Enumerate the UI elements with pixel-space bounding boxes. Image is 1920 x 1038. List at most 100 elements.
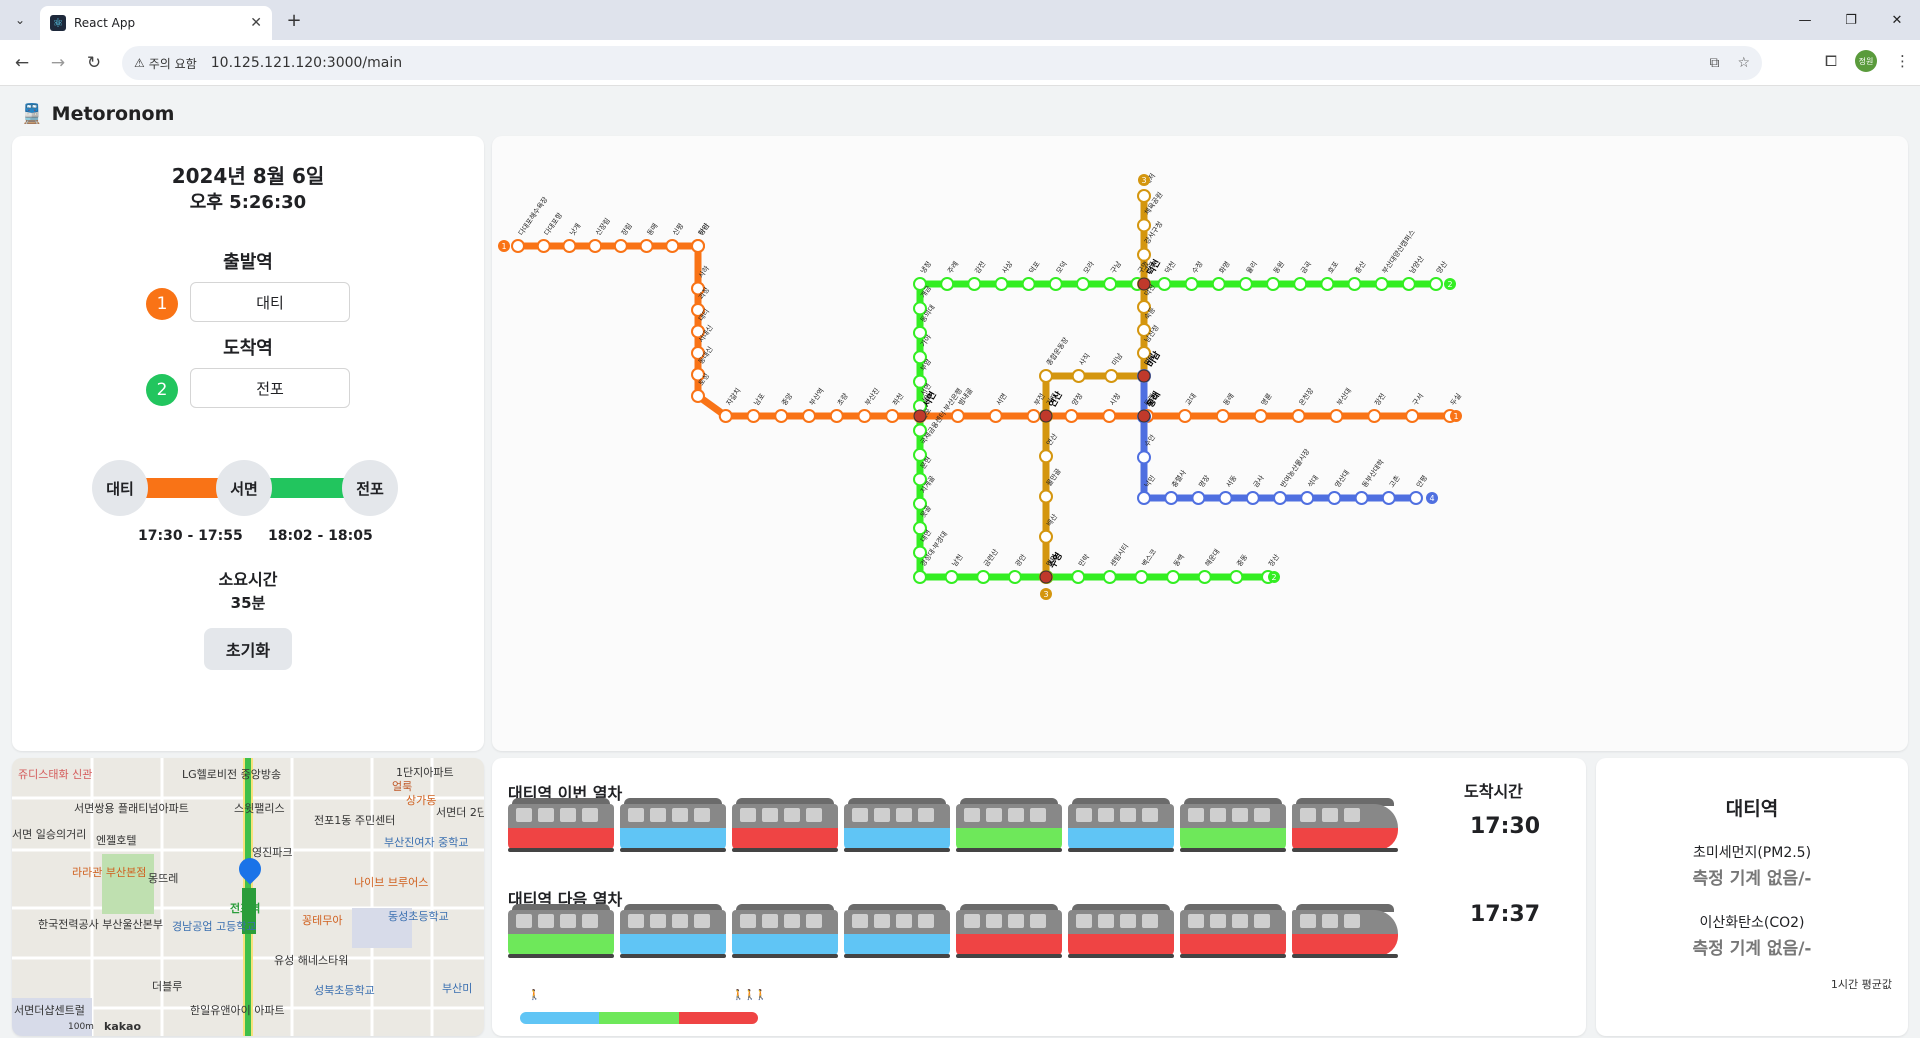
line4-station xyxy=(1354,491,1369,505)
station-label: 율리 xyxy=(1244,259,1259,275)
station-label: 온천장 xyxy=(1297,386,1316,407)
duration-value: 35분 xyxy=(230,594,266,612)
kakao-logo: kakao xyxy=(104,1020,142,1033)
route-end-node: 전포 xyxy=(342,460,398,516)
url-text[interactable]: 10.125.121.120:3000/main xyxy=(211,55,402,71)
map-label: LG헬로비전 중앙방송 xyxy=(182,768,282,781)
line3-station xyxy=(1071,369,1086,383)
line2-station xyxy=(976,570,991,584)
station-label: 덕포 xyxy=(1027,259,1042,275)
line1-station xyxy=(1291,409,1306,423)
station-label: 사직 xyxy=(1077,351,1092,367)
station-label: 장전 xyxy=(1373,391,1388,407)
line4-station xyxy=(1137,450,1151,465)
translate-icon[interactable]: ⧉ xyxy=(1709,55,1719,71)
station-label: 남포 xyxy=(752,391,767,407)
line2-station xyxy=(1134,570,1149,584)
line3-track xyxy=(1042,196,1148,577)
line-number: 3 xyxy=(1141,176,1146,185)
station-label: 고촌 xyxy=(1387,473,1402,489)
line1-station xyxy=(613,239,628,253)
tab-list-icon[interactable]: ⌄ xyxy=(8,8,32,32)
warning-icon: ⚠ xyxy=(134,56,145,70)
train-car xyxy=(1180,798,1286,854)
reload-icon[interactable]: ↻ xyxy=(82,51,106,75)
line2-station xyxy=(1102,570,1117,584)
person-few-icon: 🚶 xyxy=(528,990,540,1001)
security-chip[interactable]: ⚠ 주의 요함 xyxy=(134,55,197,72)
reset-button[interactable]: 초기화 xyxy=(204,628,292,670)
line2-station xyxy=(944,570,959,584)
station-label: 주례 xyxy=(945,259,960,275)
line1-station xyxy=(691,389,705,403)
station-label: 중앙 xyxy=(780,392,794,408)
back-icon[interactable]: ← xyxy=(10,51,34,75)
line2-station xyxy=(1320,277,1335,291)
line3-station xyxy=(1039,489,1053,504)
line2-station xyxy=(1401,277,1416,291)
station-label: 명륜 xyxy=(1259,391,1274,407)
station-label: 구남 xyxy=(1108,259,1123,275)
line2-station xyxy=(1197,570,1212,584)
map-label: 상가동 xyxy=(406,794,437,807)
line3-station xyxy=(1137,189,1151,203)
station-label: 호포 xyxy=(1326,260,1340,276)
map-label: 서면 일승의거리 xyxy=(12,828,87,841)
kakao-map[interactable]: 쥬디스태화 신관 LG헬로비전 중앙방송 서면쌍용 플래티넘아파트 스윗팰리스 … xyxy=(12,758,484,1036)
station-label: 사상 xyxy=(1000,259,1015,275)
station-label: 안평 xyxy=(1414,473,1429,489)
line2-station xyxy=(1071,570,1086,584)
map-label: 서면쌍용 플래티넘아파트 xyxy=(74,802,189,815)
line1-station xyxy=(802,409,816,423)
map-label: 전포1동 주민센터 xyxy=(314,814,396,827)
close-window-icon[interactable]: ✕ xyxy=(1874,0,1920,40)
line1-station xyxy=(829,409,844,423)
station-label: 부산진 xyxy=(863,386,881,407)
line2-station xyxy=(1374,277,1389,291)
map-label: 쥬디스태화 신관 xyxy=(18,768,93,781)
air-station-title: 대티역 xyxy=(1725,798,1779,820)
line4-station xyxy=(1164,491,1179,505)
line2-station xyxy=(1266,277,1281,291)
bookmark-star-icon[interactable]: ☆ xyxy=(1737,55,1750,71)
arrival-station-select[interactable]: 전포 xyxy=(190,368,350,408)
subway-map[interactable]: 다대포해수욕장다대포항 낫개 신장림 장림 동매 신평 하단당리사하괴정대티서대신동대신토성… xyxy=(492,136,1908,751)
line-number: 4 xyxy=(1429,494,1434,503)
station-label: 동원 xyxy=(1271,259,1286,275)
departure-station-select[interactable]: 대티 xyxy=(190,282,350,322)
map-label: 더블루 xyxy=(152,980,183,993)
current-time: 오후 5:26:30 xyxy=(189,192,307,213)
map-label: 경남공업 고등학교 xyxy=(172,920,257,933)
segment-2-time: 18:02 - 18:05 xyxy=(268,528,373,544)
new-tab-icon[interactable]: + xyxy=(282,8,306,32)
station-label: 동매 xyxy=(646,222,660,237)
line1-station xyxy=(1102,409,1117,423)
transfer-station xyxy=(1137,409,1151,423)
minimize-icon[interactable]: — xyxy=(1782,0,1828,40)
train-car xyxy=(1068,798,1174,854)
extensions-icon[interactable]: ⧠ xyxy=(1825,52,1837,70)
restore-icon[interactable]: ❐ xyxy=(1828,0,1874,40)
station-label: 신장림 xyxy=(593,216,611,237)
map-label: 성북초등학교 xyxy=(314,984,375,997)
address-bar[interactable]: ⚠ 주의 요함 10.125.121.120:3000/main ⧉ ☆ xyxy=(122,46,1762,80)
station-label: 서면 xyxy=(994,391,1009,407)
line-number: 3 xyxy=(1043,590,1048,599)
menu-icon[interactable]: ⋮ xyxy=(1895,52,1910,70)
duration-label: 소요시간 xyxy=(218,570,278,589)
close-tab-icon[interactable]: ✕ xyxy=(250,15,262,31)
map-label: 전포역 xyxy=(230,902,261,915)
forward-icon[interactable]: → xyxy=(46,51,70,75)
line1-station xyxy=(857,409,872,423)
line2-station xyxy=(1238,277,1253,291)
line2-station xyxy=(1157,277,1172,291)
transfer-label: 덕천 xyxy=(1145,258,1163,278)
station-label: 서동 xyxy=(1224,473,1239,489)
station-label: 장림 xyxy=(619,221,634,237)
station-label: 양산 xyxy=(1434,259,1449,275)
browser-tab[interactable]: ⚛ React App ✕ xyxy=(40,6,272,40)
station-label: 양정 xyxy=(1070,391,1085,407)
profile-avatar[interactable]: 정원 xyxy=(1855,50,1877,72)
line1-station xyxy=(588,239,603,253)
station-label: 장산 xyxy=(1266,552,1281,568)
